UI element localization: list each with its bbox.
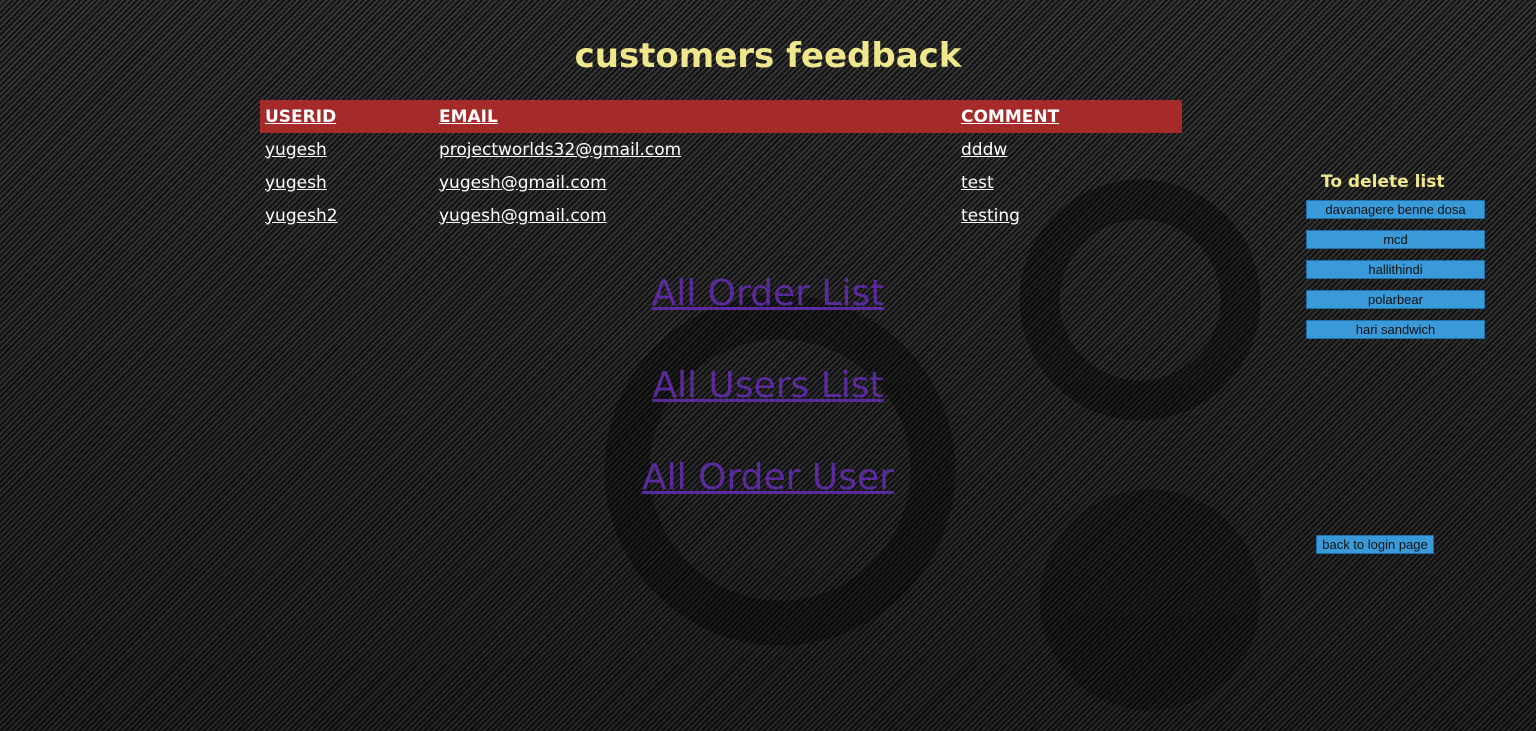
delete-item-button[interactable]: hari sandwich (1306, 320, 1485, 339)
cell-comment[interactable]: testing (956, 199, 1182, 232)
cell-userid[interactable]: yugesh2 (260, 199, 434, 232)
all-users-list-link[interactable]: All Users List (0, 365, 1536, 406)
table-row: yugesh projectworlds32@gmail.com dddw (260, 133, 1182, 166)
page-title: customers feedback (574, 36, 962, 76)
table-header-row: USERID EMAIL COMMENT (260, 100, 1182, 133)
cell-email[interactable]: projectworlds32@gmail.com (434, 133, 956, 166)
column-header-userid[interactable]: USERID (260, 100, 434, 133)
table-row: yugesh yugesh@gmail.com test (260, 166, 1182, 199)
delete-list-title: To delete list (1321, 172, 1445, 192)
cell-comment[interactable]: dddw (956, 133, 1182, 166)
table-row: yugesh2 yugesh@gmail.com testing (260, 199, 1182, 232)
delete-item-button[interactable]: mcd (1306, 230, 1485, 249)
delete-item-button[interactable]: polarbear (1306, 290, 1485, 309)
cell-userid[interactable]: yugesh (260, 133, 434, 166)
cell-userid[interactable]: yugesh (260, 166, 434, 199)
column-header-comment[interactable]: COMMENT (956, 100, 1182, 133)
all-order-user-link[interactable]: All Order User (0, 457, 1536, 498)
feedback-table: USERID EMAIL COMMENT yugesh projectworld… (260, 100, 1182, 232)
back-to-login-button[interactable]: back to login page (1316, 535, 1434, 554)
cell-email[interactable]: yugesh@gmail.com (434, 199, 956, 232)
column-header-email[interactable]: EMAIL (434, 100, 956, 133)
delete-item-button[interactable]: hallithindi (1306, 260, 1485, 279)
delete-item-button[interactable]: davanagere benne dosa (1306, 200, 1485, 219)
cell-comment[interactable]: test (956, 166, 1182, 199)
cell-email[interactable]: yugesh@gmail.com (434, 166, 956, 199)
